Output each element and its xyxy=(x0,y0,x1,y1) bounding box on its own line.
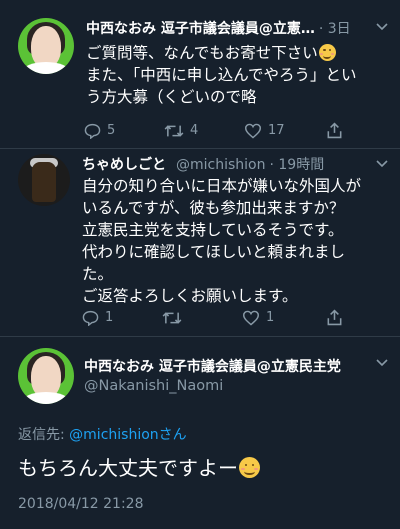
smiling-face-icon xyxy=(239,457,260,478)
display-name-row: 中西なおみ 逗子市議会議員@立憲民主党 xyxy=(84,356,341,376)
tweet-line: 代わりに確認してほしいと頼まれまし xyxy=(82,243,346,261)
avatar-figure xyxy=(32,162,56,202)
tweet-header: ちゃめしごと @michishion · 19時間 xyxy=(82,154,324,174)
tweet-text: ご質問等、なんでもお寄せ下さい また、「中西に申し込んでやろう」とい う方大募（… xyxy=(86,42,356,108)
user-handle[interactable]: @michishion xyxy=(176,157,265,173)
tweet-line: また、「中西に申し込んでやろう」とい xyxy=(86,66,357,84)
tweet-line: ご質問等、なんでもお寄せ下さい xyxy=(86,44,318,62)
avatar[interactable] xyxy=(18,18,74,74)
tweet-line: 立憲民主党を支持しているそうです。 xyxy=(82,221,344,239)
tweet-line: ご返答よろしくお願いします。 xyxy=(82,287,298,305)
heart-icon xyxy=(244,123,262,139)
chevron-down-icon[interactable] xyxy=(376,356,388,370)
tweet-header: 中西なおみ 逗子市議会議員@立憲… · 3日 xyxy=(86,18,351,38)
handle-row: @Nakanishi_Naomi xyxy=(84,378,223,394)
like-button[interactable]: 1 xyxy=(242,310,326,326)
reply-icon xyxy=(82,310,99,326)
heart-icon xyxy=(242,310,260,326)
display-name[interactable]: ちゃめしごと xyxy=(82,154,166,174)
share-button[interactable] xyxy=(326,309,343,326)
avatar-shirt xyxy=(22,62,70,74)
share-icon xyxy=(327,122,342,139)
reply-count: 1 xyxy=(105,310,114,325)
retweet-button[interactable]: 4 xyxy=(164,123,244,139)
tweet-text: 自分の知り合いに日本が嫌いな外国人が いるんですが、彼も参加出来ますか？ 立憲民… xyxy=(82,175,361,307)
tweet-actions: 1 1 xyxy=(82,309,343,326)
chevron-down-icon[interactable] xyxy=(376,157,388,171)
tweet-line: う方大募（くどいので略 xyxy=(86,88,257,106)
reply-icon xyxy=(84,123,101,139)
retweet-icon xyxy=(162,311,182,324)
divider xyxy=(0,336,400,337)
display-name[interactable]: 中西なおみ 逗子市議会議員@立憲民主党 xyxy=(84,356,341,376)
tweet-text: もちろん大丈夫ですよー xyxy=(18,456,238,480)
retweet-button[interactable] xyxy=(162,310,242,326)
tweet-line: いるんですが、彼も参加出来ますか？ xyxy=(82,199,345,217)
tweet-time[interactable]: · 3日 xyxy=(319,18,351,38)
avatar[interactable] xyxy=(18,348,74,404)
like-count: 17 xyxy=(268,123,285,138)
divider xyxy=(0,148,400,149)
avatar[interactable] xyxy=(18,154,70,206)
retweet-count: 4 xyxy=(190,123,199,138)
like-button[interactable]: 17 xyxy=(244,123,326,139)
main-tweet-text: もちろん大丈夫ですよー xyxy=(18,452,260,481)
share-button[interactable] xyxy=(326,122,343,139)
tweet-actions: 5 4 17 xyxy=(84,122,343,139)
display-name[interactable]: 中西なおみ 逗子市議会議員@立憲… xyxy=(86,18,315,38)
avatar-shirt xyxy=(22,392,70,404)
replying-to: 返信先: @michishionさん xyxy=(18,424,187,444)
reply-count: 5 xyxy=(107,123,116,138)
user-handle[interactable]: @Nakanishi_Naomi xyxy=(84,378,223,394)
chevron-down-icon[interactable] xyxy=(376,20,388,34)
smiling-face-icon xyxy=(318,44,336,61)
tweet-time[interactable]: · 19時間 xyxy=(269,154,324,174)
replying-handle-link[interactable]: @michishionさん xyxy=(69,427,186,443)
share-icon xyxy=(327,309,342,326)
replying-label: 返信先: xyxy=(18,427,65,443)
retweet-icon xyxy=(164,124,184,137)
like-count: 1 xyxy=(266,310,275,325)
reply-button[interactable]: 1 xyxy=(82,310,162,326)
tweet-line: 自分の知り合いに日本が嫌いな外国人が xyxy=(82,177,362,195)
reply-button[interactable]: 5 xyxy=(84,123,164,139)
tweet-line: た。 xyxy=(82,265,114,283)
timestamp: 2018/04/12 21:28 xyxy=(18,496,144,512)
